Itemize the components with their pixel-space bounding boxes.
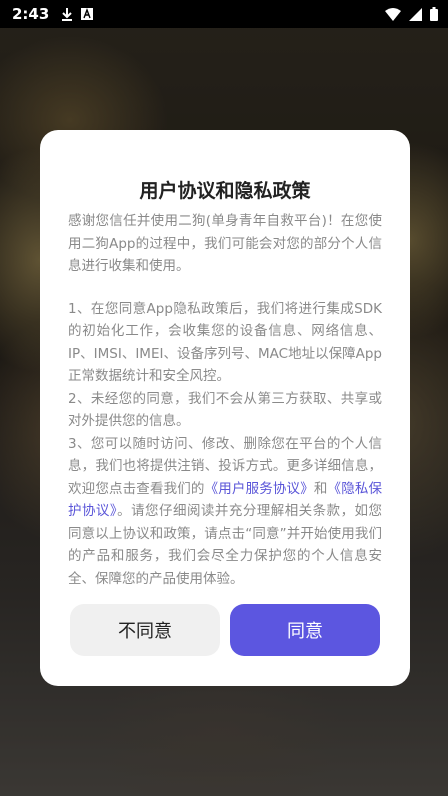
policy-item-3: 3、您可以随时访问、修改、删除您在平台的个人信息，我们也将提供注销、投诉方式。更… (68, 433, 382, 591)
battery-icon (430, 7, 438, 21)
signal-icon (409, 7, 422, 21)
dialog-title: 用户协议和隐私政策 (139, 180, 311, 202)
policy-item-1: 1、在您同意App隐私政策后，我们将进行集成SDK的初始化工作，会收集您的设备信… (68, 300, 382, 385)
and-text: 和 (313, 480, 328, 497)
policy-item-2: 2、未经您的同意，我们不会从第三方获取、共享或对外提供您的信息。 (68, 390, 382, 430)
agree-button[interactable]: 同意 (230, 604, 380, 656)
user-service-agreement-link[interactable]: 《用户服务协议》 (205, 481, 314, 497)
decline-button[interactable]: 不同意 (70, 604, 220, 656)
intro-text: 感谢您信任并使用二狗(单身青年自救平台)！在您使用二狗App的过程中，我们可能会… (68, 213, 382, 274)
status-time: 2:43 (12, 5, 50, 23)
download-icon (62, 8, 73, 21)
status-bar: 2:43 (0, 0, 448, 28)
privacy-dialog: 用户协议和隐私政策 感谢您信任并使用二狗(单身青年自救平台)！在您使用二狗App… (40, 130, 410, 686)
dialog-body: 感谢您信任并使用二狗(单身青年自救平台)！在您使用二狗App的过程中，我们可能会… (68, 210, 382, 590)
a-badge-icon (81, 8, 94, 20)
wifi-icon (385, 7, 401, 21)
